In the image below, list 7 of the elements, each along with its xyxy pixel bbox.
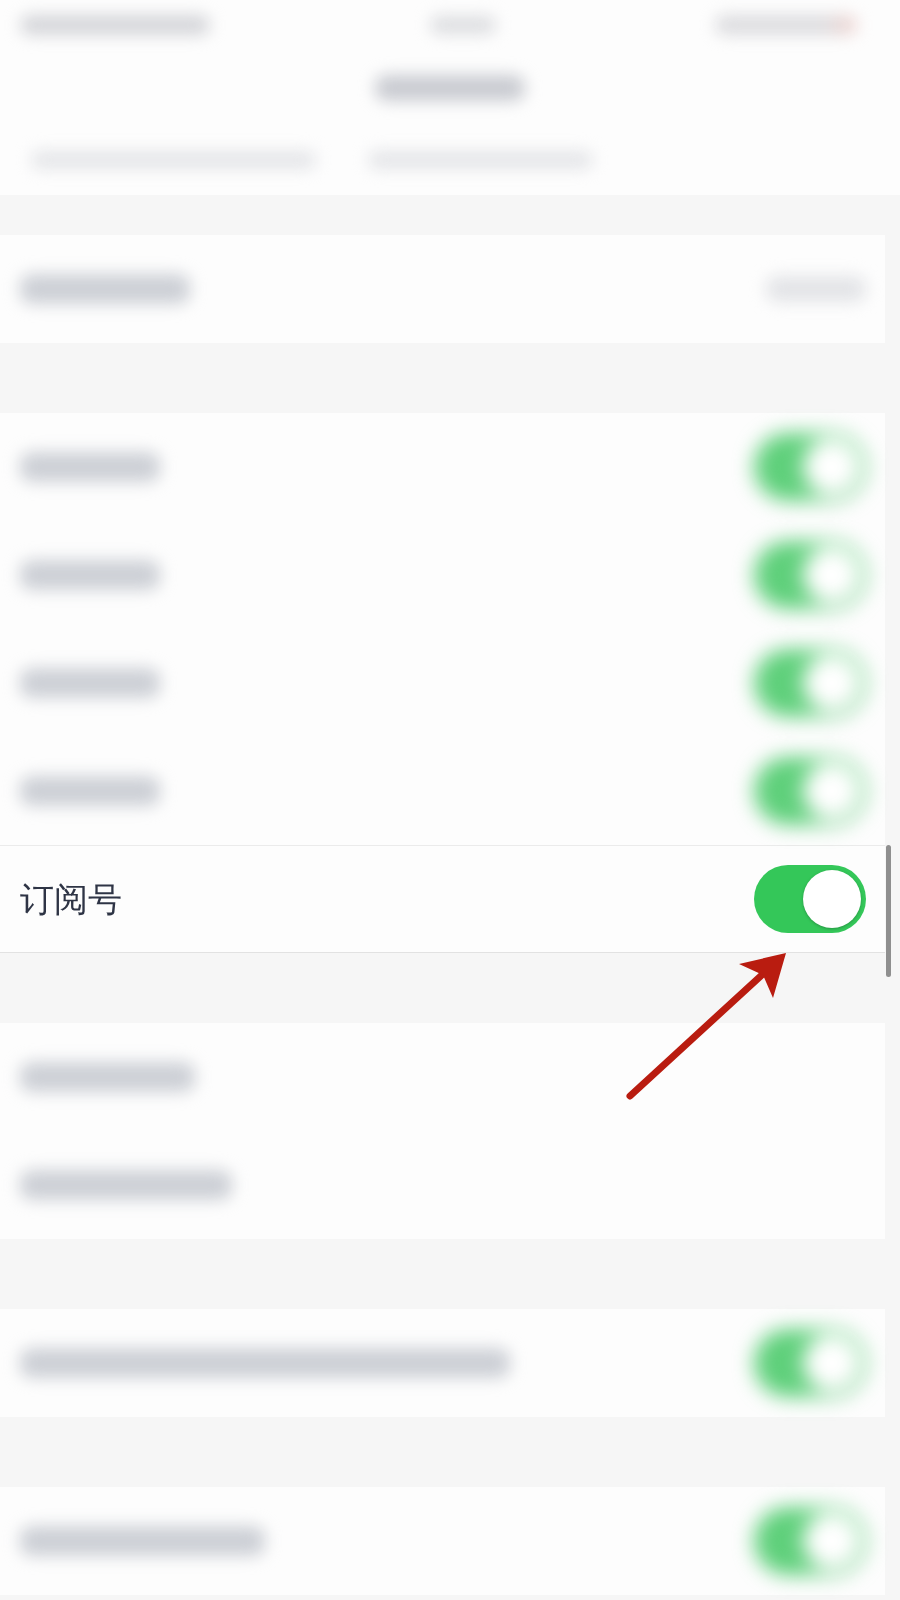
blurred-toggle[interactable]: [754, 433, 866, 501]
setting-label: 订阅号: [20, 878, 122, 920]
blurred-toggle[interactable]: [754, 1507, 866, 1575]
blurred-toggle[interactable]: [754, 649, 866, 717]
blurred-toggle[interactable]: [754, 541, 866, 609]
blurred-toggle[interactable]: [754, 1329, 866, 1397]
blurred-toggle[interactable]: [754, 757, 866, 825]
